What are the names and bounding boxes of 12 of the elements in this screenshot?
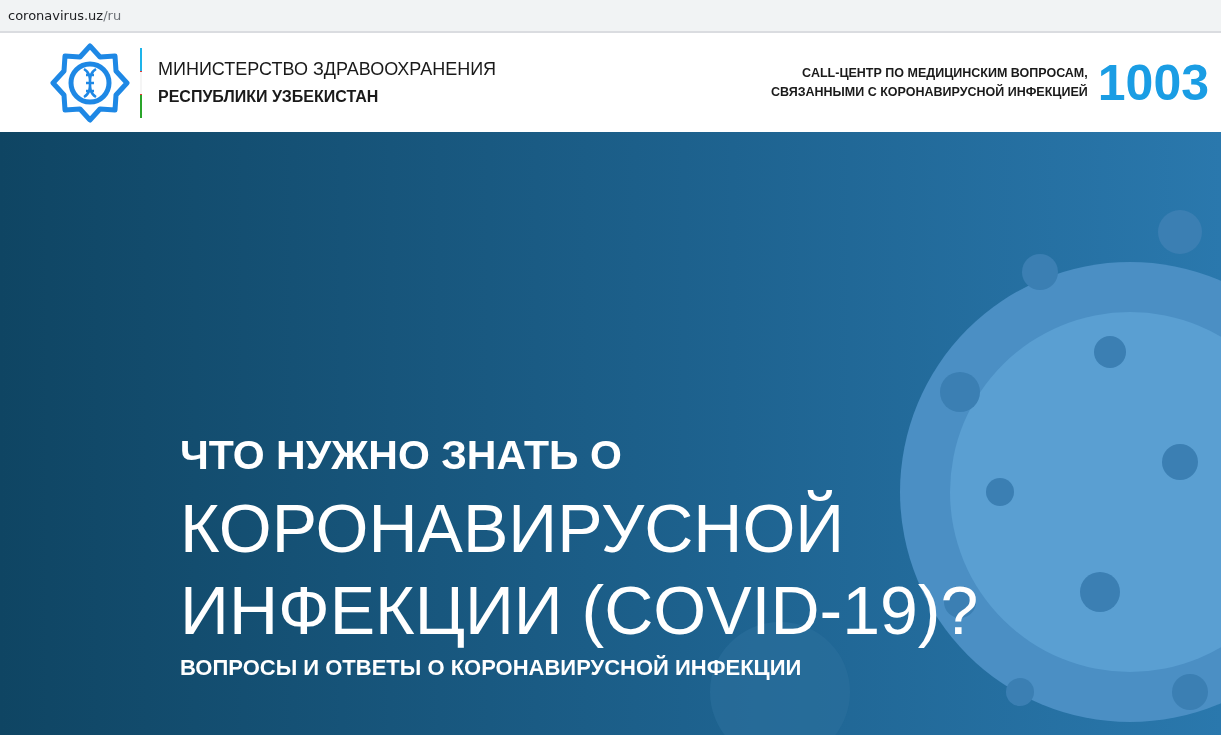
flag-stripe-icon [140,47,142,118]
ministry-country: РЕСПУБЛИКИ УЗБЕКИСТАН [158,88,380,106]
emblem-icon [50,42,130,123]
hero-title: ИНФЕКЦИИ (COVID-19)? [180,571,979,650]
ministry-name: МИНИСТЕРСТВО ЗДРАВООХРАНЕНИЯ [158,59,497,80]
call-center-label: CALL-ЦЕНТР ПО МЕДИЦИНСКИМ ВОПРОСАМ, [801,66,1088,80]
hero-kicker: ЧТО НУЖНО ЗНАТЬ О [180,432,622,479]
address-bar-url[interactable]: coronavirus.uz/ru [8,8,122,23]
hero-subtitle: ВОПРОСЫ И ОТВЕТЫ О КОРОНАВИРУСНОЙ ИНФЕКЦИИ [180,655,802,681]
phone-number: 1003 [1097,53,1209,112]
call-center-label: СВЯЗАННЫМИ С КОРОНАВИРУСНОЙ ИНФЕКЦИЕЙ [770,85,1088,99]
hero-title: КОРОНАВИРУСНОЙ [180,489,845,568]
